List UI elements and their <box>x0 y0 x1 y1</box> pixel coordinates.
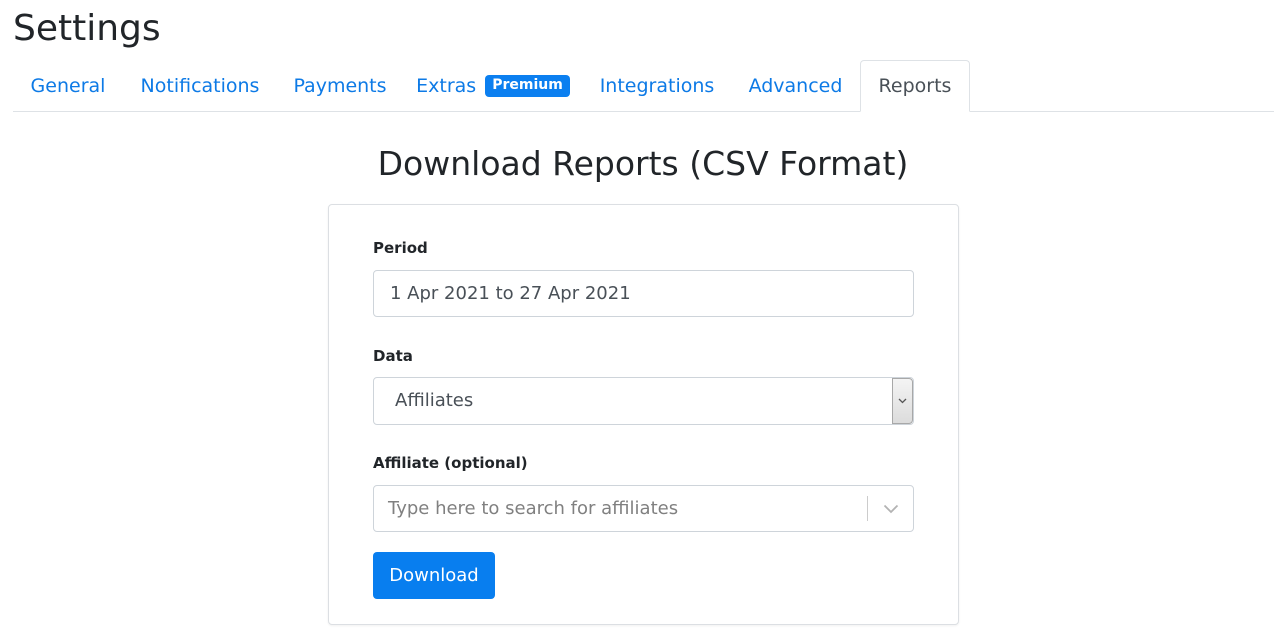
affiliate-search-select[interactable]: Type here to search for affiliates <box>373 485 914 532</box>
tab-integrations[interactable]: Integrations <box>583 60 731 111</box>
tab-extras[interactable]: Extras Premium <box>403 60 583 111</box>
report-card: Period Data Affiliates Affiliate (option… <box>328 204 959 625</box>
download-button[interactable]: Download <box>373 552 495 599</box>
chevron-down-icon <box>898 398 907 404</box>
tab-advanced[interactable]: Advanced <box>731 60 860 111</box>
tab-label: Integrations <box>599 74 715 97</box>
tab-label: General <box>30 74 106 97</box>
tab-label: Notifications <box>140 74 260 97</box>
data-select-value: Affiliates <box>395 390 474 411</box>
tab-reports[interactable]: Reports <box>860 60 970 112</box>
page-title: Settings <box>13 8 161 49</box>
tab-label: Reports <box>878 75 952 97</box>
tab-general[interactable]: General <box>13 60 123 111</box>
settings-tabs: General Notifications Payments Extras Pr… <box>13 60 1274 112</box>
premium-badge: Premium <box>485 74 570 97</box>
dropdown-separator <box>867 496 868 521</box>
data-select[interactable]: Affiliates <box>373 377 914 425</box>
section-title: Download Reports (CSV Format) <box>377 144 909 183</box>
affiliate-label: Affiliate (optional) <box>373 454 528 472</box>
affiliate-search-placeholder: Type here to search for affiliates <box>388 498 679 519</box>
tab-payments[interactable]: Payments <box>277 60 403 111</box>
dropdown-toggle[interactable] <box>881 500 901 518</box>
tab-notifications[interactable]: Notifications <box>123 60 277 111</box>
select-arrow-button[interactable] <box>892 378 913 424</box>
chevron-down-icon <box>883 504 899 514</box>
period-input[interactable] <box>373 270 914 317</box>
period-label: Period <box>373 239 428 257</box>
tab-label: Extras <box>416 74 477 97</box>
tab-label: Advanced <box>748 74 843 97</box>
settings-page: Settings General Notifications Payments … <box>0 0 1286 642</box>
data-label: Data <box>373 347 413 365</box>
tab-label: Payments <box>293 74 387 97</box>
